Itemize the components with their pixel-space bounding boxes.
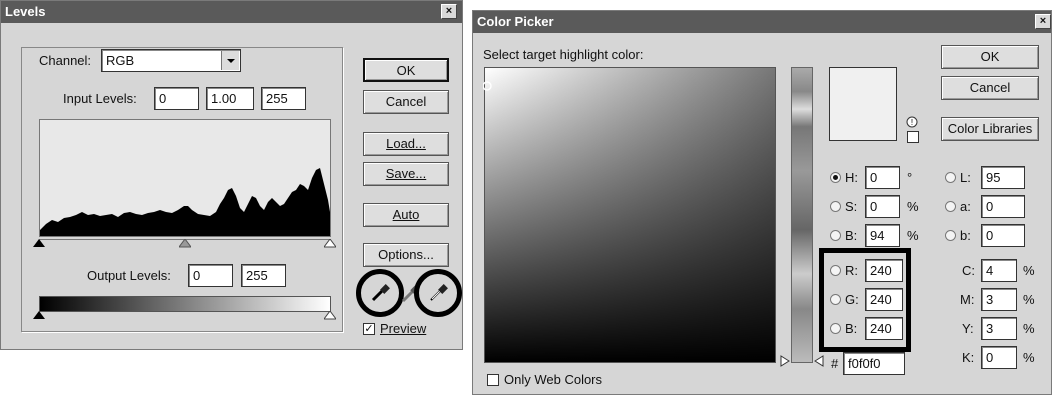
only-web-colors-label[interactable]: Only Web Colors <box>504 372 602 388</box>
hsb-h-field[interactable]: 0 <box>865 166 900 189</box>
hsb-s-label: S: <box>845 199 858 214</box>
channel-value: RGB <box>106 53 135 68</box>
levels-dialog: Levels × Channel: RGB Input Levels: 0 1.… <box>0 0 463 350</box>
cmyk-m-field[interactable]: 3 <box>981 288 1017 311</box>
picker-close-button[interactable]: × <box>1035 14 1051 29</box>
hex-field[interactable]: f0f0f0 <box>843 352 905 375</box>
color-field[interactable] <box>484 67 776 363</box>
input-midtone-slider[interactable] <box>179 239 191 248</box>
hsb-b-unit: % <box>907 228 919 243</box>
cmyk-m-label: M: <box>960 292 975 307</box>
output-shadow-slider[interactable] <box>33 311 45 320</box>
histogram-graph <box>40 168 330 236</box>
new-color-swatch <box>829 67 897 141</box>
histogram <box>39 119 331 237</box>
preview-checkbox[interactable]: ✓ <box>363 323 375 335</box>
input-level-midtone[interactable]: 1.00 <box>206 87 254 110</box>
radio-r[interactable] <box>830 265 841 276</box>
radio-l[interactable] <box>945 172 956 183</box>
picker-prompt: Select target highlight color: <box>483 47 644 62</box>
web-safe-cube-icon[interactable] <box>907 131 919 143</box>
cmyk-k-field[interactable]: 0 <box>981 346 1017 369</box>
levels-title-bar[interactable]: Levels <box>1 1 462 23</box>
hue-slider-right-triangle-icon[interactable] <box>814 355 824 367</box>
radio-rgb-b[interactable] <box>830 323 841 334</box>
input-level-shadow[interactable]: 0 <box>154 87 199 110</box>
cmyk-k-label: K: <box>962 350 975 365</box>
hsb-h-label: H: <box>845 170 858 185</box>
levels-ok-button[interactable]: OK <box>363 58 449 82</box>
gamut-warning-icon[interactable]: ! <box>905 115 919 129</box>
load-button[interactable]: Load... <box>363 132 449 156</box>
svg-text:!: ! <box>911 118 913 127</box>
radio-lab-b[interactable] <box>945 230 956 241</box>
hsb-h-unit: ° <box>907 170 913 185</box>
lab-b-label: b: <box>960 228 971 243</box>
levels-title: Levels <box>5 4 46 19</box>
picker-ok-button[interactable]: OK <box>941 45 1039 69</box>
input-levels-label: Input Levels: <box>63 91 137 106</box>
options-button[interactable]: Options... <box>363 243 449 267</box>
picker-title: Color Picker <box>477 14 554 29</box>
dropdown-arrow-icon[interactable] <box>221 51 239 70</box>
levels-cancel-button[interactable]: Cancel <box>363 90 449 114</box>
lab-l-label: L: <box>960 170 971 185</box>
input-shadow-slider[interactable] <box>33 239 45 248</box>
input-level-highlight[interactable]: 255 <box>261 87 306 110</box>
color-libraries-button[interactable]: Color Libraries <box>941 117 1039 141</box>
picker-title-bar[interactable]: Color Picker <box>473 11 1051 33</box>
color-picker-dialog: Color Picker × Select target highlight c… <box>472 10 1052 395</box>
lab-a-field[interactable]: 0 <box>981 195 1025 218</box>
hue-slider-left-triangle-icon[interactable] <box>780 355 790 367</box>
hsb-s-unit: % <box>907 199 919 214</box>
auto-button[interactable]: Auto <box>363 203 449 227</box>
radio-b[interactable] <box>830 230 841 241</box>
channel-select[interactable]: RGB <box>101 49 241 72</box>
radio-h[interactable] <box>830 172 841 183</box>
rgb-g-field[interactable]: 240 <box>865 288 903 311</box>
hsb-b-field[interactable]: 94 <box>865 224 900 247</box>
color-field-marker[interactable] <box>483 80 493 92</box>
radio-a[interactable] <box>945 201 956 212</box>
cmyk-m-unit: % <box>1023 292 1035 307</box>
output-level-highlight[interactable]: 255 <box>241 264 286 287</box>
black-eyedropper-icon[interactable] <box>368 281 392 305</box>
white-eyedropper-icon[interactable] <box>426 281 450 305</box>
output-levels-label: Output Levels: <box>87 268 171 283</box>
rgb-r-field[interactable]: 240 <box>865 259 903 282</box>
hex-label: # <box>831 356 839 371</box>
rgb-g-label: G: <box>845 292 859 307</box>
radio-s[interactable] <box>830 201 841 212</box>
only-web-colors-checkbox[interactable] <box>487 374 499 386</box>
cmyk-c-label: C: <box>962 263 975 278</box>
output-level-shadow[interactable]: 0 <box>188 264 233 287</box>
levels-close-button[interactable]: × <box>441 4 457 19</box>
lab-l-field[interactable]: 95 <box>981 166 1025 189</box>
radio-g[interactable] <box>830 294 841 305</box>
lab-a-label: a: <box>960 199 971 214</box>
cmyk-c-unit: % <box>1023 263 1035 278</box>
cmyk-y-field[interactable]: 3 <box>981 317 1017 340</box>
hsb-b-label: B: <box>845 228 858 243</box>
output-gradient-bar <box>39 296 331 312</box>
cmyk-c-field[interactable]: 4 <box>981 259 1017 282</box>
cmyk-y-unit: % <box>1023 321 1035 336</box>
picker-cancel-button[interactable]: Cancel <box>941 76 1039 100</box>
output-highlight-slider[interactable] <box>324 311 336 320</box>
input-highlight-slider[interactable] <box>324 239 336 248</box>
preview-label[interactable]: Preview <box>380 321 426 337</box>
channel-label: Channel: <box>39 53 92 68</box>
hsb-s-field[interactable]: 0 <box>865 195 900 218</box>
hue-slider-bar[interactable] <box>791 67 813 363</box>
rgb-r-label: R: <box>845 263 858 278</box>
cmyk-k-unit: % <box>1023 350 1035 365</box>
cmyk-y-label: Y: <box>962 321 974 336</box>
rgb-b-label: B: <box>845 321 858 336</box>
lab-b-field[interactable]: 0 <box>981 224 1025 247</box>
save-button[interactable]: Save... <box>363 162 449 186</box>
rgb-b-field[interactable]: 240 <box>865 317 903 340</box>
